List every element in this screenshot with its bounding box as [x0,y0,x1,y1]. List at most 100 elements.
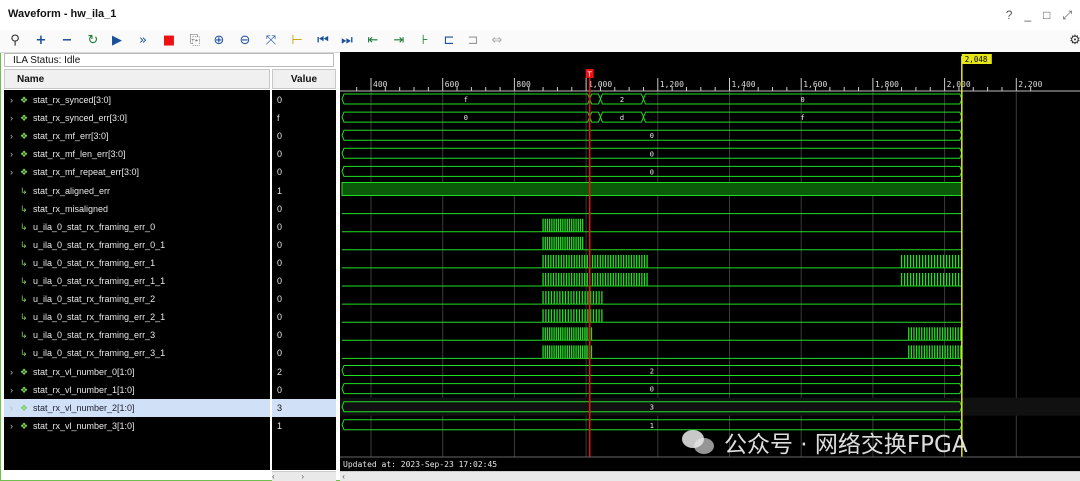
refresh-icon[interactable]: ↻ [84,32,102,49]
signal-value[interactable]: 0 [272,344,336,362]
signal-value[interactable]: 0 [272,381,336,399]
signal-row[interactable]: ↳ u_ila_0_stat_rx_framing_err_0_1 [4,236,270,254]
signal-value[interactable]: 0 [272,272,336,290]
next-transition-icon[interactable]: ⊐ [464,32,482,49]
run-all-icon[interactable]: » [134,32,152,49]
signal-value[interactable]: 0 [272,163,336,181]
signal-value[interactable]: 0 [272,127,336,145]
signal-row[interactable]: › ❖ stat_rx_vl_number_3[1:0] [4,417,270,435]
signal-name: stat_rx_synced_err[3:0] [33,113,128,124]
signal-row[interactable]: ↳ u_ila_0_stat_rx_framing_err_3 [4,326,270,344]
signal-row[interactable]: › ❖ stat_rx_vl_number_0[1:0] [4,363,270,381]
signal-value[interactable]: 1 [272,182,336,200]
signal-value[interactable]: 1 [272,417,336,435]
bus-icon: ❖ [20,420,29,431]
ruler-tick-label: 2,200 [1018,80,1042,89]
signal-row[interactable]: › ❖ stat_rx_synced[3:0] [4,91,270,109]
window-title: Waveform - hw_ila_1 [8,8,117,20]
wire-icon: ↳ [20,312,28,323]
signal-row[interactable]: › ❖ stat_rx_synced_err[3:0] [4,109,270,127]
title-bar: Waveform - hw_ila_1 ? _ □ ⤢ [0,0,1080,31]
expand-chevron-icon[interactable]: › [10,91,13,109]
zoom-out-icon[interactable]: ⊖ [236,32,254,49]
bus-icon: ❖ [20,384,29,395]
name-column-header[interactable]: Name [4,69,270,89]
signal-value[interactable]: 2 [272,363,336,381]
export-icon[interactable]: ⎘ [186,32,204,49]
expand-chevron-icon[interactable]: › [10,363,13,381]
stop-icon[interactable]: ■ [160,32,178,49]
bus-segment [589,93,601,105]
zoom-in-icon[interactable]: ⊕ [210,32,228,49]
signal-value[interactable]: 0 [272,290,336,308]
waveform-area[interactable]: 400 600 800 1,000 1,200 1,400 1,600 1,800 2,000 2… [340,52,1080,472]
run-icon[interactable]: ▶ [108,32,126,49]
restore-button[interactable]: □ [1043,8,1050,23]
bus-value-label: 2 [650,368,654,376]
bus-icon: ❖ [20,95,29,105]
wire-icon: ↳ [20,203,28,214]
value-column-header[interactable]: Value [272,69,336,89]
signal-row[interactable]: › ❖ stat_rx_mf_err[3:0] [4,127,270,145]
help-button[interactable]: ? [1006,8,1013,23]
signal-value[interactable]: 0 [272,145,336,163]
remove-icon[interactable]: − [58,32,76,49]
signal-row[interactable]: ↳ u_ila_0_stat_rx_framing_err_2 [4,290,270,308]
signal-name: stat_rx_vl_number_2[1:0] [33,402,135,413]
value-scrollbar[interactable]: ‹ › [272,471,336,481]
signal-value-list: 0f00010000000002031 [272,90,336,470]
waveform-scrollbar[interactable]: ‹ [340,471,1080,481]
bus-icon: ❖ [20,131,29,142]
expand-chevron-icon[interactable]: › [10,399,13,417]
ruler-tick-label: 1,400 [732,80,756,89]
prev-transition-icon[interactable]: ⊏ [440,32,458,49]
gear-icon[interactable]: ⚙ [1066,32,1080,49]
signal-row[interactable]: › ❖ stat_rx_vl_number_1[1:0] [4,381,270,399]
updated-timestamp: Updated at: 2023-Sep-23 17:02:45 [343,460,498,469]
signal-row[interactable]: ↳ stat_rx_aligned_err [4,182,270,200]
signal-value[interactable]: 0 [272,236,336,254]
signal-row[interactable]: ↳ u_ila_0_stat_rx_framing_err_1 [4,254,270,272]
signal-row[interactable]: ↳ stat_rx_misaligned [4,200,270,218]
search-icon[interactable]: ⚲ [6,32,24,49]
signal-row[interactable]: ↳ u_ila_0_stat_rx_framing_err_2_1 [4,308,270,326]
signal-value[interactable]: 0 [272,326,336,344]
expand-chevron-icon[interactable]: › [10,109,13,127]
go-first-icon[interactable]: ⏮ [314,32,332,49]
signal-value[interactable]: 0 [272,200,336,218]
signal-name: u_ila_0_stat_rx_framing_err_3_1 [33,348,166,359]
zoom-fit-icon[interactable]: ⤧ [262,32,280,49]
ruler-tick-label: 1,800 [875,80,899,89]
waveform-canvas[interactable]: 400 600 800 1,000 1,200 1,400 1,600 1,800 2,000 2… [340,52,1080,472]
maximize-button[interactable]: ⤢ [1062,8,1072,23]
wire-icon: ↳ [20,330,28,341]
signal-value[interactable]: 0 [272,254,336,272]
expand-chevron-icon[interactable]: › [10,127,13,145]
go-last-icon[interactable]: ⏭ [338,32,356,49]
signal-value[interactable]: f [272,109,336,127]
minimize-button[interactable]: _ [1024,8,1031,23]
expand-chevron-icon[interactable]: › [10,381,13,399]
signal-name: u_ila_0_stat_rx_framing_err_0_1 [33,239,166,250]
signal-value[interactable]: 0 [272,91,336,109]
add-cursor-icon[interactable]: ⊦ [416,32,434,49]
marker-icon[interactable]: ⊢ [288,32,306,49]
signal-row[interactable]: ↳ u_ila_0_stat_rx_framing_err_0 [4,218,270,236]
expand-chevron-icon[interactable]: › [10,163,13,181]
signal-value[interactable]: 0 [272,308,336,326]
next-marker-icon[interactable]: ⇥ [390,32,408,49]
add-marker-icon[interactable]: ⇤ [364,32,382,49]
expand-chevron-icon[interactable]: › [10,145,13,163]
signal-row[interactable]: › ❖ stat_rx_mf_len_err[3:0] [4,145,270,163]
expand-chevron-icon[interactable]: › [10,417,13,435]
wire-icon: ↳ [20,239,28,250]
signal-row[interactable]: › ❖ stat_rx_vl_number_2[1:0] [4,398,270,417]
signal-name: u_ila_0_stat_rx_framing_err_1 [33,257,156,268]
add-icon[interactable]: + [32,32,50,49]
signal-row[interactable]: ↳ u_ila_0_stat_rx_framing_err_3_1 [4,344,270,362]
signal-value[interactable]: 0 [272,218,336,236]
signal-value[interactable]: 3 [272,398,336,417]
signal-row[interactable]: › ❖ stat_rx_mf_repeat_err[3:0] [4,163,270,181]
swap-icon[interactable]: ⇔ [488,32,506,49]
signal-row[interactable]: ↳ u_ila_0_stat_rx_framing_err_1_1 [4,272,270,290]
